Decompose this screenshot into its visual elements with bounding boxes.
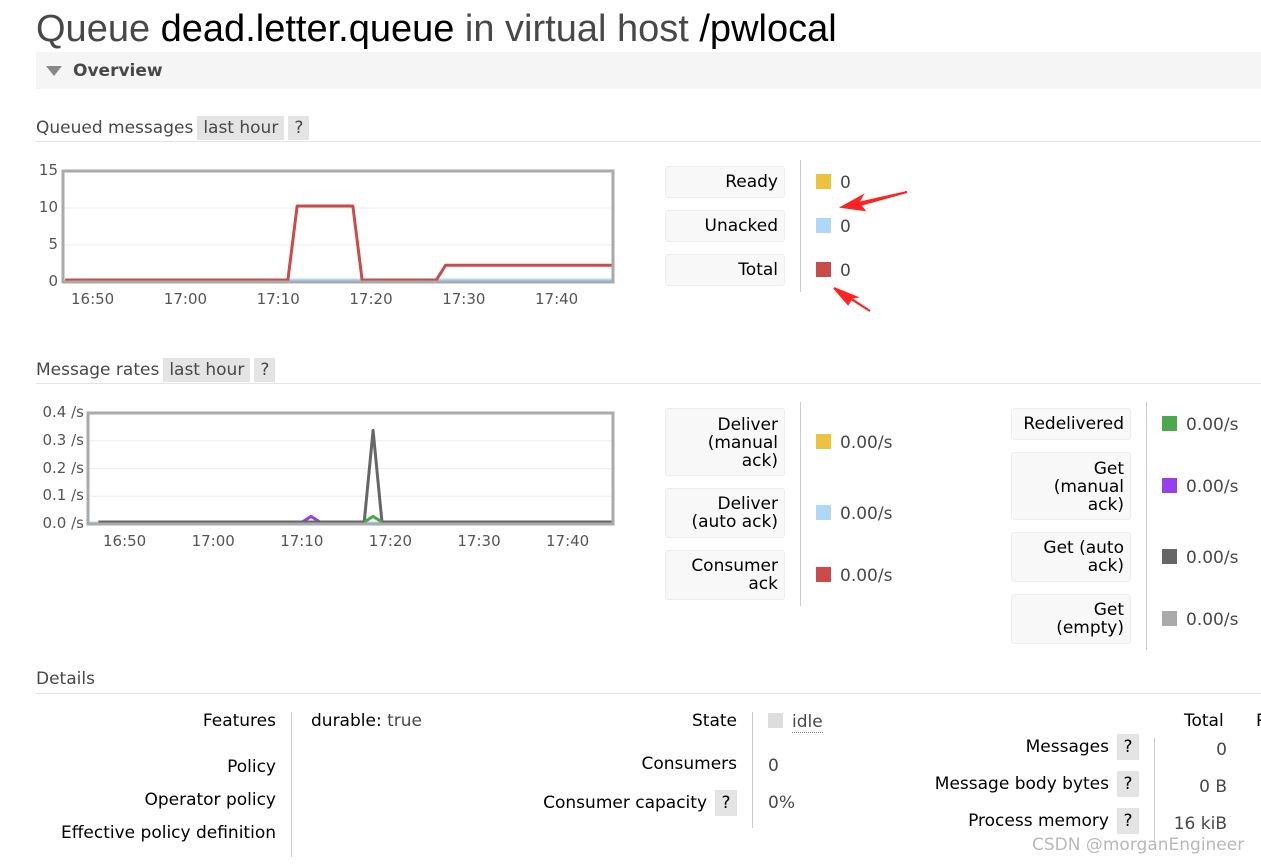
legend-label-unacked: Unacked	[665, 210, 785, 242]
y-tick-label: 0.2 /s	[42, 458, 85, 477]
swatch	[1162, 611, 1177, 626]
consumers-label: Consumers	[641, 754, 737, 774]
y-tick-label: 10	[38, 198, 58, 216]
y-tick-label: 0.1 /s	[42, 486, 85, 505]
x-tick-label: 17:40	[535, 290, 579, 308]
next-column-header: R	[1256, 711, 1261, 731]
consumer-ack-value: 0.00/s	[816, 566, 892, 586]
unacked-swatch	[816, 218, 831, 233]
legend-label-get-empty: Get (empty)	[1011, 594, 1131, 644]
x-tick-label: 17:20	[368, 532, 413, 550]
get-auto-value: 0.00/s	[1162, 548, 1238, 568]
help-button[interactable]: ?	[715, 790, 737, 816]
y-tick-label: 0.0 /s	[42, 514, 85, 532]
y-tick-label: 15	[38, 161, 58, 179]
consumers-value: 0	[768, 756, 779, 776]
idle-swatch	[768, 713, 783, 728]
watermark: CSDN @morganEngineer	[1032, 835, 1245, 855]
body-bytes-value: 0 B	[1199, 777, 1227, 797]
deliver-manual-value: 0.00/s	[816, 433, 892, 453]
annotation-arrow-icon	[833, 287, 871, 312]
series-line-total	[65, 204, 613, 282]
effective-policy-label: Effective policy definition	[60, 823, 276, 843]
policy-label: Policy	[227, 757, 276, 777]
x-tick-label: 17:40	[546, 532, 590, 550]
total-column-header: Total	[1184, 711, 1224, 731]
help-button[interactable]: ?	[1117, 771, 1139, 797]
swatch	[816, 434, 831, 449]
x-tick-label: 17:00	[191, 532, 235, 550]
messages-value: 0	[1216, 740, 1227, 760]
swatch	[816, 505, 831, 520]
x-tick-label: 16:50	[71, 290, 115, 308]
y-tick-label: 0	[48, 272, 58, 290]
process-memory-value: 16 kiB	[1173, 814, 1227, 834]
y-tick-label: 5	[48, 235, 58, 253]
legend-label-get-auto: Get (auto ack)	[1011, 532, 1131, 582]
get-manual-value: 0.00/s	[1162, 477, 1238, 497]
details-heading: Details	[36, 669, 95, 689]
annotation-arrow-icon	[838, 191, 908, 212]
total-value: 0	[816, 261, 851, 281]
help-button[interactable]: ?	[1117, 808, 1139, 834]
x-tick-label: 17:10	[256, 290, 300, 308]
x-tick-label: 17:20	[349, 290, 393, 308]
series-line-get-auto-ack-	[98, 428, 613, 524]
state-label: State	[692, 711, 737, 731]
legend-label-total: Total	[665, 254, 785, 286]
features-value: durable: true	[311, 711, 422, 731]
consumer-capacity-label: Consumer capacity?	[543, 790, 737, 816]
operator-policy-label: Operator policy	[144, 790, 276, 810]
deliver-auto-value: 0.00/s	[816, 504, 892, 524]
swatch	[816, 567, 831, 582]
legend-label-get-manual: Get (manual ack)	[1011, 452, 1131, 520]
swatch	[1162, 478, 1177, 493]
x-tick-label: 17:00	[163, 290, 208, 308]
legend-label-redelivered: Redelivered	[1011, 408, 1131, 440]
series-line-redelivered	[363, 514, 383, 524]
process-memory-label: Process memory?	[968, 808, 1139, 834]
x-tick-label: 16:50	[103, 532, 147, 550]
features-label: Features	[202, 711, 276, 731]
x-tick-label: 17:30	[442, 290, 486, 308]
legend-label-consumer-ack: Consumer ack	[665, 550, 785, 600]
swatch	[1162, 416, 1177, 431]
y-tick-label: 0.3 /s	[42, 430, 85, 449]
y-tick-label: 0.4 /s	[42, 403, 85, 421]
swatch	[1162, 549, 1177, 564]
ready-swatch	[816, 174, 831, 189]
get-empty-value: 0.00/s	[1162, 610, 1238, 630]
help-button[interactable]: ?	[1117, 734, 1139, 760]
unacked-value: 0	[816, 217, 851, 237]
consumer-capacity-value: 0%	[768, 793, 795, 813]
x-tick-label: 17:30	[457, 532, 501, 550]
state-value: idle	[768, 712, 823, 733]
total-swatch	[816, 262, 831, 277]
redelivered-value: 0.00/s	[1162, 415, 1238, 435]
ready-value: 0	[816, 173, 851, 193]
legend-label-deliver-auto: Deliver (auto ack)	[665, 488, 785, 538]
legend-label-deliver-manual: Deliver (manual ack)	[665, 408, 785, 476]
body-bytes-label: Message body bytes?	[935, 771, 1139, 797]
legend-label-ready: Ready	[665, 166, 785, 198]
messages-label: Messages?	[1026, 734, 1139, 760]
x-tick-label: 17:10	[280, 532, 324, 550]
